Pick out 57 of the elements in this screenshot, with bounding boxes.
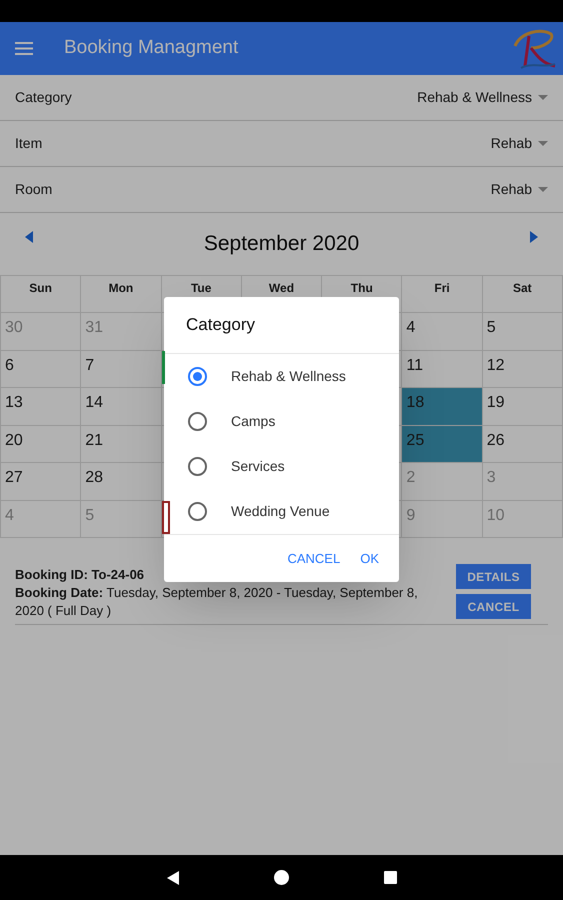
day-number[interactable]: 13 xyxy=(5,394,23,411)
dialog-title: Category xyxy=(164,297,399,354)
radio-button[interactable] xyxy=(188,412,207,431)
caret-icon xyxy=(538,95,548,100)
dropdown-value: Rehab xyxy=(490,180,532,199)
day-number[interactable]: 7 xyxy=(85,356,94,374)
caret-icon xyxy=(538,187,548,192)
day-number[interactable]: 6 xyxy=(5,356,14,374)
dialog-button[interactable]: OK xyxy=(354,544,385,572)
booking-id: Booking ID: To-24-06 xyxy=(15,566,146,584)
weekday-header: Tue xyxy=(190,281,212,297)
recents-icon[interactable] xyxy=(384,871,396,884)
day-number[interactable]: 26 xyxy=(486,432,504,448)
radio-button[interactable] xyxy=(188,457,207,476)
day-number[interactable]: 14 xyxy=(85,394,104,411)
weekday-header: Sat xyxy=(513,281,532,297)
option-label: Camps xyxy=(231,412,276,431)
dropdown-row[interactable]: Item Rehab xyxy=(0,121,563,167)
weekday-header: Mon xyxy=(108,281,134,297)
day-number[interactable]: 5 xyxy=(486,319,496,336)
day-number[interactable]: 27 xyxy=(5,469,23,486)
field-label: Room xyxy=(15,180,52,199)
dropdown-row[interactable]: Room Rehab xyxy=(0,167,563,213)
option-label: Wedding Venue xyxy=(231,502,330,521)
day-number[interactable]: 4 xyxy=(406,319,416,336)
radio-option[interactable]: Camps xyxy=(164,399,399,444)
radio-option[interactable]: Rehab & Wellness xyxy=(164,354,399,399)
previous-arrow-icon[interactable] xyxy=(25,231,33,243)
radio-button[interactable] xyxy=(188,502,207,521)
weekday-header: Wed xyxy=(268,281,294,297)
booking-date: Booking Date: Tuesday, September 8, 2020 - Tuesday, September 8, 2020 ( Full Day ) xyxy=(15,584,419,620)
next-arrow-icon[interactable] xyxy=(530,231,538,243)
day-number[interactable]: 19 xyxy=(486,394,504,411)
back-icon[interactable] xyxy=(166,870,178,884)
caret-icon xyxy=(538,141,548,146)
dropdown-value: Rehab & Wellness xyxy=(417,88,532,107)
month-title: September 2020 xyxy=(202,231,360,258)
option-label: Rehab & Wellness xyxy=(231,367,346,386)
day-number[interactable]: 21 xyxy=(85,432,104,448)
radio-option[interactable]: Services xyxy=(164,444,399,489)
day-number[interactable]: 12 xyxy=(486,356,504,374)
dropdown-row[interactable]: Category Rehab & Wellness xyxy=(0,75,563,121)
field-label: Category xyxy=(15,88,72,107)
day-number[interactable]: 20 xyxy=(5,432,23,448)
weekday-header: Thu xyxy=(350,281,373,297)
option-label: Services xyxy=(231,457,285,476)
app-title: Booking Managment xyxy=(64,36,240,60)
dropdown-value: Rehab xyxy=(490,134,532,153)
weekday-header: Fri xyxy=(434,281,450,297)
field-label: Item xyxy=(15,134,42,153)
home-icon[interactable] xyxy=(274,870,288,885)
day-number[interactable]: 28 xyxy=(85,469,104,486)
menu-icon[interactable] xyxy=(15,42,33,55)
day-number[interactable]: 11 xyxy=(406,356,424,374)
weekday-header: Sun xyxy=(29,281,52,297)
radio-button[interactable] xyxy=(188,367,207,386)
dialog-button[interactable]: CANCEL xyxy=(281,544,346,572)
